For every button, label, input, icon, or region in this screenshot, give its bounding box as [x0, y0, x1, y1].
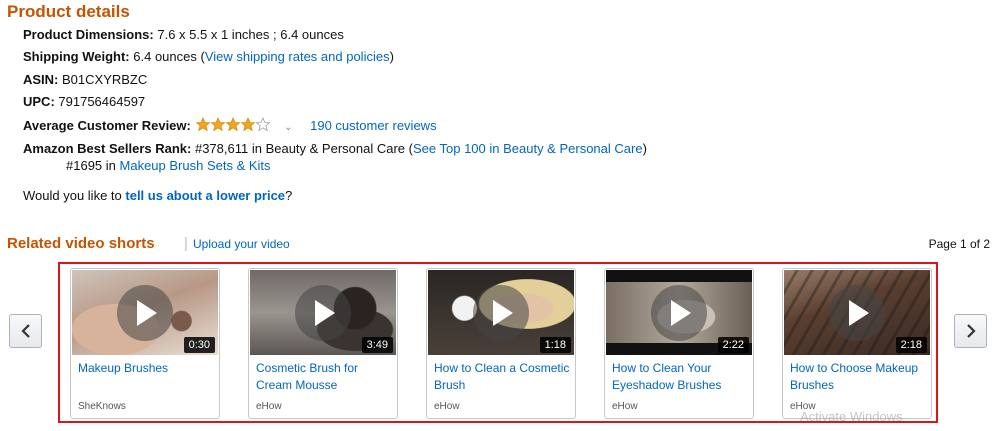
upc-value: 791756464597 — [58, 94, 146, 109]
play-icon[interactable] — [473, 284, 529, 341]
asin-label: ASIN: — [23, 72, 59, 87]
rank-close: ) — [642, 141, 647, 156]
video-title-link[interactable]: How to Clean Your Eyeshadow Brushes — [612, 360, 750, 394]
customer-reviews-link[interactable]: 190 customer reviews — [310, 118, 436, 133]
video-carousel: 0:30 Makeup Brushes SheKnows 3:49 Cosmet… — [58, 262, 938, 423]
video-duration: 3:49 — [361, 337, 393, 353]
sub-rank-value: #1695 in — [66, 158, 116, 173]
video-thumbnail[interactable]: 3:49 — [250, 270, 396, 355]
upload-video-link[interactable]: Upload your video — [193, 237, 290, 251]
star-filled-icon — [240, 116, 257, 132]
video-thumbnail[interactable]: 1:18 — [428, 270, 574, 355]
rank-value: #378,611 in Beauty & Personal Care ( — [194, 141, 413, 156]
video-title-link[interactable]: Cosmetic Brush for Cream Mousse — [256, 360, 394, 394]
lower-price-suffix: ? — [285, 188, 293, 203]
review-label: Average Customer Review: — [23, 118, 191, 133]
video-source: SheKnows — [78, 401, 126, 412]
video-thumbnail[interactable]: 0:30 — [72, 270, 218, 355]
detail-sub-rank: #1695 in Makeup Brush Sets & Kits — [66, 158, 271, 174]
play-icon[interactable] — [829, 284, 885, 341]
lower-price-prefix: Would you like to — [23, 188, 122, 203]
makeup-brush-sets-link[interactable]: Makeup Brush Sets & Kits — [120, 158, 271, 173]
video-card[interactable]: 0:30 Makeup Brushes SheKnows — [70, 268, 220, 419]
video-duration: 0:30 — [183, 337, 215, 353]
chevron-down-icon[interactable]: ⌄ — [284, 122, 292, 133]
video-title-link[interactable]: Makeup Brushes — [78, 360, 216, 377]
lower-price-line: Would you like to tell us about a lower … — [23, 188, 292, 203]
product-details-heading: Product details — [7, 2, 130, 21]
detail-upc: UPC: 791756464597 — [23, 94, 145, 110]
shipping-rates-link[interactable]: View shipping rates and policies — [205, 49, 390, 64]
video-duration: 1:18 — [539, 337, 571, 353]
page-indicator: Page 1 of 2 — [928, 237, 990, 251]
detail-shipping: Shipping Weight: 6.4 ounces (View shippi… — [23, 49, 394, 65]
video-duration: 2:22 — [717, 337, 749, 353]
video-card[interactable]: 2:18 How to Choose Makeup Brushes eHow — [782, 268, 932, 419]
star-filled-icon — [210, 116, 227, 132]
video-card[interactable]: 1:18 How to Clean a Cosmetic Brush eHow — [426, 268, 576, 419]
chevron-left-icon — [20, 324, 30, 338]
shipping-value: 6.4 ounces ( — [133, 49, 205, 64]
detail-dimensions: Product Dimensions: 7.6 x 5.5 x 1 inches… — [23, 27, 344, 43]
carousel-prev-button[interactable] — [9, 314, 42, 348]
video-thumbnail[interactable]: 2:22 — [606, 270, 752, 355]
play-icon[interactable] — [295, 284, 351, 341]
video-thumbnail[interactable]: 2:18 — [784, 270, 930, 355]
top-100-link[interactable]: See Top 100 in Beauty & Personal Care — [413, 141, 643, 156]
lower-price-link[interactable]: tell us about a lower price — [125, 188, 285, 203]
play-icon[interactable] — [651, 284, 707, 341]
video-shorts-heading: Related video shorts — [7, 235, 155, 252]
video-card[interactable]: 2:22 How to Clean Your Eyeshadow Brushes… — [604, 268, 754, 419]
asin-value: B01CXYRBZC — [62, 72, 148, 87]
video-title-link[interactable]: How to Choose Makeup Brushes — [790, 360, 928, 394]
activate-windows-watermark: Activate Windows — [800, 409, 903, 424]
carousel-next-button[interactable] — [954, 314, 987, 348]
detail-rank: Amazon Best Sellers Rank: #378,611 in Be… — [23, 141, 647, 157]
rank-label: Amazon Best Sellers Rank: — [23, 141, 192, 156]
shipping-label: Shipping Weight: — [23, 49, 130, 64]
detail-asin: ASIN: B01CXYRBZC — [23, 72, 147, 88]
video-source: eHow — [612, 401, 638, 412]
video-duration: 2:18 — [895, 337, 927, 353]
video-source: eHow — [434, 401, 460, 412]
star-icon — [195, 116, 272, 132]
video-source: eHow — [256, 401, 282, 412]
star-filled-icon — [195, 116, 212, 132]
chevron-right-icon — [966, 324, 976, 338]
upc-label: UPC: — [23, 94, 55, 109]
star-rating[interactable] — [195, 116, 272, 136]
star-empty-icon — [255, 116, 272, 132]
shipping-close: ) — [389, 49, 394, 64]
dimensions-value: 7.6 x 5.5 x 1 inches ; 6.4 ounces — [157, 27, 344, 42]
dimensions-label: Product Dimensions: — [23, 27, 154, 42]
video-card[interactable]: 3:49 Cosmetic Brush for Cream Mousse eHo… — [248, 268, 398, 419]
detail-review: Average Customer Review: ⌄ 190 customer … — [23, 116, 437, 136]
video-title-link[interactable]: How to Clean a Cosmetic Brush — [434, 360, 572, 394]
star-filled-icon — [225, 116, 242, 132]
play-icon[interactable] — [117, 284, 173, 341]
heading-separator: | — [184, 235, 188, 252]
